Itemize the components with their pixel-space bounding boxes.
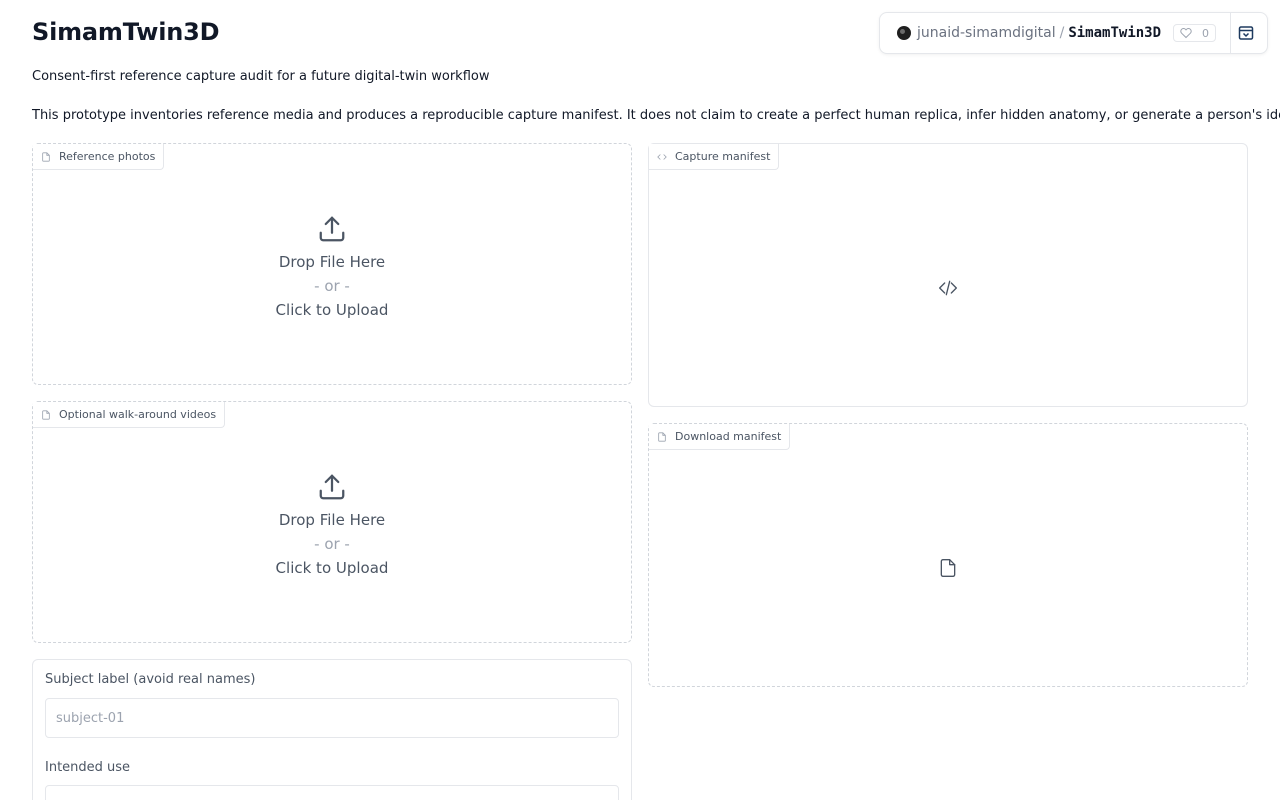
walkaround-videos-dropzone[interactable]: Drop File Here - or - Click to Upload — [33, 472, 631, 580]
app-description: This prototype inventories reference med… — [32, 108, 1280, 123]
like-count: 0 — [1202, 26, 1210, 40]
download-manifest-label-text: Download manifest — [675, 430, 782, 443]
reference-photos-label: Reference photos — [33, 144, 165, 170]
heart-icon — [1180, 27, 1192, 39]
app-subtitle: Consent-first reference capture audit fo… — [32, 69, 490, 84]
walkaround-videos-upload[interactable]: Optional walk-around videos Drop File He… — [32, 401, 632, 643]
reference-photos-label-text: Reference photos — [59, 150, 156, 163]
reference-photos-dropzone[interactable]: Drop File Here - or - Click to Upload — [33, 214, 631, 322]
download-manifest-panel[interactable]: Download manifest — [648, 423, 1248, 687]
space-owner-link[interactable]: junaid-simamdigital — [917, 25, 1056, 41]
or-text: - or - — [314, 277, 350, 295]
space-header: junaid-simamdigital / SimamTwin3D 0 — [879, 12, 1268, 54]
upload-icon — [319, 216, 345, 242]
reference-photos-upload[interactable]: Reference photos Drop File Here - or - C… — [32, 143, 632, 385]
walkaround-videos-label-text: Optional walk-around videos — [59, 408, 217, 421]
file-icon — [42, 151, 50, 162]
app-title: SimamTwin3D — [32, 18, 220, 46]
or-text: - or - — [314, 535, 350, 553]
code-icon — [657, 153, 667, 160]
download-manifest-label: Download manifest — [649, 424, 791, 450]
file-icon — [42, 409, 50, 420]
capture-manifest-panel: Capture manifest — [648, 143, 1248, 407]
click-to-upload-text: Click to Upload — [275, 301, 389, 319]
like-button[interactable]: 0 — [1173, 24, 1217, 42]
drop-file-text: Drop File Here — [278, 511, 386, 529]
intended-use-input[interactable] — [45, 785, 619, 800]
file-icon — [940, 559, 956, 577]
subject-form: Subject label (avoid real names) Intende… — [32, 659, 632, 800]
upload-icon — [319, 474, 345, 500]
path-separator: / — [1059, 25, 1065, 41]
code-icon — [939, 280, 957, 296]
intended-use-heading: Intended use — [45, 760, 131, 775]
owner-avatar[interactable] — [897, 26, 911, 40]
space-repo-link[interactable]: SimamTwin3D — [1068, 25, 1161, 41]
walkaround-videos-label: Optional walk-around videos — [33, 402, 226, 428]
click-to-upload-text: Click to Upload — [275, 559, 389, 577]
capture-manifest-label: Capture manifest — [649, 144, 780, 170]
file-icon — [658, 431, 666, 442]
drop-file-text: Drop File Here — [278, 253, 386, 271]
capture-manifest-label-text: Capture manifest — [675, 150, 771, 163]
collapse-header-icon[interactable] — [1238, 25, 1254, 41]
header-divider — [1230, 13, 1231, 53]
subject-label-heading: Subject label (avoid real names) — [45, 672, 256, 687]
subject-label-input[interactable] — [45, 698, 619, 738]
